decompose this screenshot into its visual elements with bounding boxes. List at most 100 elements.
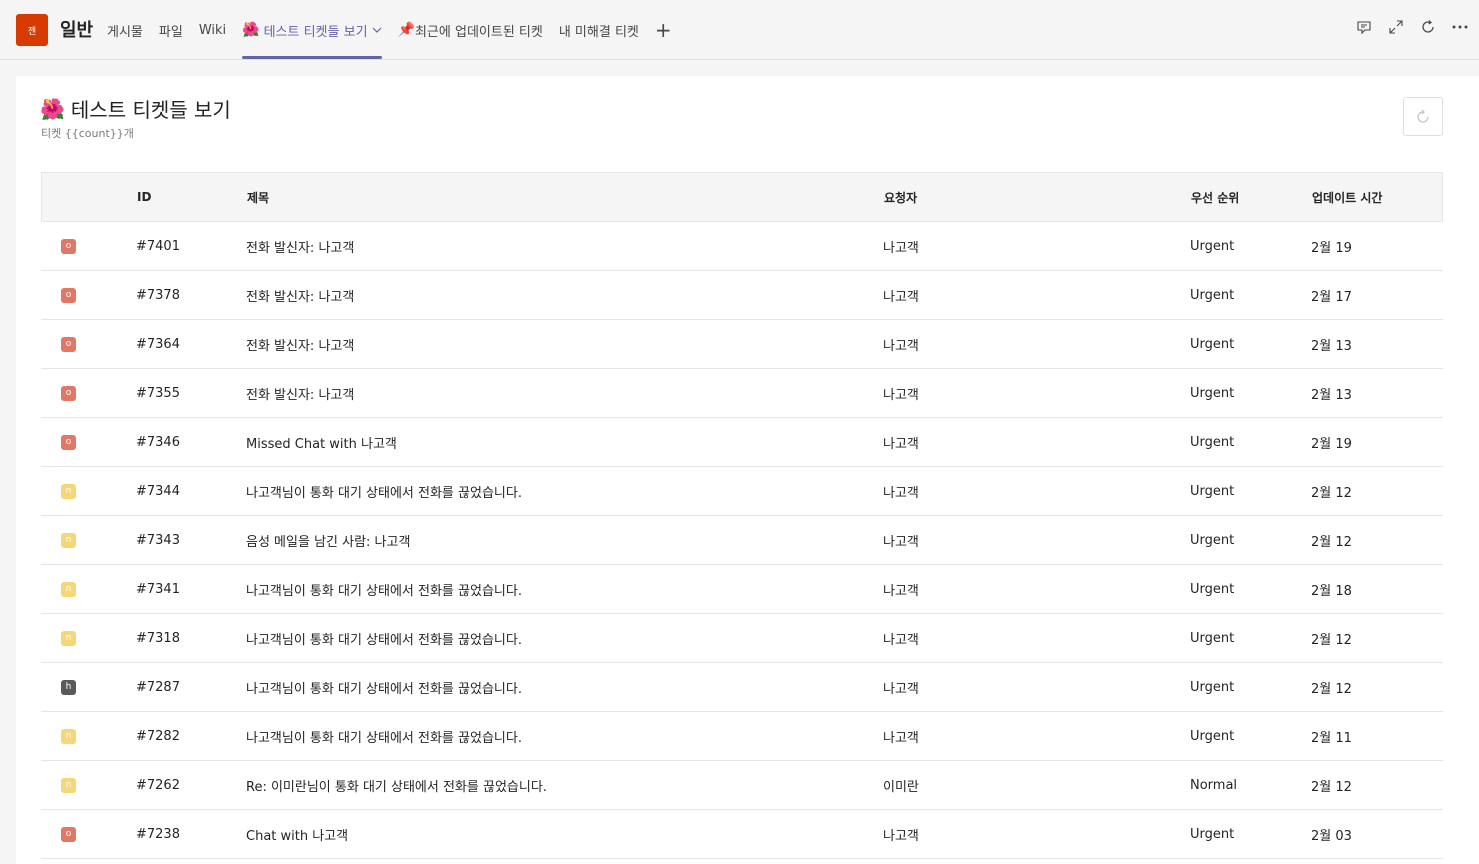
conversation-icon[interactable] [1355,18,1373,36]
table-row[interactable]: o #7378 전화 발신자: 나고객 나고객 Urgent 2월 17 [41,271,1443,320]
tab-label: Wiki [198,22,227,38]
ticket-priority: Urgent [1190,483,1235,499]
table-row[interactable]: o #7364 전화 발신자: 나고객 나고객 Urgent 2월 13 [41,320,1443,369]
ticket-id: #7364 [136,336,180,352]
ticket-priority: Normal [1190,777,1238,793]
ticket-updated: 2월 12 [1311,681,1352,697]
tab-wiki[interactable]: Wiki [199,0,226,60]
table-header: ID 제목 요청자 우선 순위 업데이트 시간 [41,172,1443,222]
table-row[interactable]: n #7344 나고객님이 통화 대기 상태에서 전화를 끊었습니다. 나고객 Urge… [41,467,1443,516]
table-row[interactable]: n #7318 나고객님이 통화 대기 상태에서 전화를 끊었습니다. 나고객 Urge… [41,614,1443,663]
ticket-requester: 이미란 [883,779,919,795]
ticket-updated: 2월 03 [1311,828,1352,844]
ticket-requester: 나고객 [883,289,919,305]
ticket-id: #7343 [136,532,180,548]
ticket-updated: 2월 12 [1311,632,1352,648]
header-requester[interactable]: 요청자 [884,173,917,221]
table-row[interactable]: o #7346 Missed Chat with 나고객 나고객 Urgent 2월 19 [41,418,1443,467]
table-row[interactable]: n #7341 나고객님이 통화 대기 상태에서 전화를 끊었습니다. 나고객 Urge… [41,565,1443,614]
ticket-id: #7282 [136,728,180,744]
add-tab-button[interactable]: + [655,20,672,40]
chevron-down-icon[interactable] [372,25,382,35]
table-row[interactable]: o #7355 전화 발신자: 나고객 나고객 Urgent 2월 13 [41,369,1443,418]
status-badge: o [61,287,76,303]
table-row[interactable]: n #7262 Re: 이미란님이 통화 대기 상태에서 전화를 끊었습니다. 이미란… [41,761,1443,810]
status-badge: n [61,483,76,499]
status-cell: o [61,810,76,858]
status-badge: n [61,630,76,646]
ticket-id: #7287 [136,679,180,695]
ticket-priority: Urgent [1190,581,1235,597]
ticket-title: 나고객님이 통화 대기 상태에서 전화를 끊었습니다. [246,730,522,746]
ticket-updated: 2월 19 [1311,436,1352,452]
ticket-priority: Urgent [1190,728,1235,744]
table-row[interactable]: o #7238 Chat with 나고객 나고객 Urgent 2월 03 [41,810,1443,859]
table-row[interactable]: h #7287 나고객님이 통화 대기 상태에서 전화를 끊었습니다. 나고객 Urge… [41,663,1443,712]
ticket-requester: 나고객 [883,632,919,648]
table-row[interactable]: n #7282 나고객님이 통화 대기 상태에서 전화를 끊었습니다. 나고객 Urge… [41,712,1443,761]
status-cell: o [61,369,76,417]
table-row[interactable]: o #7401 전화 발신자: 나고객 나고객 Urgent 2월 19 [41,222,1443,271]
ticket-requester: 나고객 [883,583,919,599]
ticket-updated: 2월 18 [1311,583,1352,599]
status-cell: n [61,614,76,662]
tickets-table: ID 제목 요청자 우선 순위 업데이트 시간 o #7401 전화 발신자: 나고… [41,172,1443,859]
status-cell: o [61,320,76,368]
ticket-title: 나고객님이 통화 대기 상태에서 전화를 끊었습니다. [246,485,522,501]
header-title[interactable]: 제목 [247,173,269,221]
team-avatar[interactable]: 젠 [16,14,48,46]
ticket-title: 전화 발신자: 나고객 [246,338,355,354]
status-cell: n [61,712,76,760]
status-badge: o [61,434,76,450]
ticket-priority: Urgent [1190,679,1235,695]
status-cell: n [61,516,76,564]
tab-label: 게시물 [107,24,143,40]
header-priority[interactable]: 우선 순위 [1191,173,1239,221]
ticket-updated: 2월 11 [1311,730,1352,746]
ticket-id: #7238 [136,826,180,842]
status-cell: o [61,271,76,319]
ticket-priority: Urgent [1190,630,1235,646]
ticket-id: #7262 [136,777,180,793]
expand-icon[interactable] [1387,18,1405,36]
ticket-id: #7341 [136,581,180,597]
tab-label: 최근에 업데이트된 티켓 [414,24,543,40]
ticket-updated: 2월 17 [1311,289,1352,305]
status-cell: n [61,467,76,515]
ticket-requester: 나고객 [883,387,919,403]
ticket-title: 전화 발신자: 나고객 [246,387,355,403]
ticket-title: 나고객님이 통화 대기 상태에서 전화를 끊었습니다. [246,583,522,599]
top-bar: 젠 일반 게시물 파일 Wiki 🌺 테스트 티켓들 보기 📌 최근에 업데이트… [0,0,1479,60]
tab-bar: 게시물 파일 Wiki 🌺 테스트 티켓들 보기 📌 최근에 업데이트된 티켓 … [107,0,672,60]
ticket-updated: 2월 19 [1311,240,1352,256]
ticket-id: #7346 [136,434,180,450]
reload-icon[interactable] [1419,18,1437,36]
status-badge: n [61,581,76,597]
ticket-priority: Urgent [1190,532,1235,548]
ticket-requester: 나고객 [883,730,919,746]
tab-test-tickets[interactable]: 🌺 테스트 티켓들 보기 [242,0,382,60]
tab-recently-updated[interactable]: 📌 최근에 업데이트된 티켓 [398,0,543,60]
ticket-title: 전화 발신자: 나고객 [246,289,355,305]
status-badge: o [61,826,76,842]
ticket-title: Re: 이미란님이 통화 대기 상태에서 전화를 끊었습니다. [246,779,547,795]
table-body: o #7401 전화 발신자: 나고객 나고객 Urgent 2월 19 o #7378 전화 … [41,222,1443,859]
ticket-id: #7318 [136,630,180,646]
ticket-requester: 나고객 [883,534,919,550]
tab-files[interactable]: 파일 [159,0,183,60]
channel-name: 일반 [60,20,94,41]
ticket-title: 음성 메일을 남긴 사람: 나고객 [246,534,411,550]
tab-my-open-tickets[interactable]: 내 미해결 티켓 [559,0,639,60]
ticket-updated: 2월 12 [1311,779,1352,795]
tab-posts[interactable]: 게시물 [107,0,143,60]
ticket-title: Missed Chat with 나고객 [246,436,397,452]
status-badge: o [61,385,76,401]
status-cell: n [61,761,76,809]
hibiscus-emoji-icon: 🌺 [40,96,65,121]
page-title: 🌺 테스트 티켓들 보기 [40,94,231,123]
refresh-button[interactable] [1403,97,1443,136]
header-updated[interactable]: 업데이트 시간 [1312,173,1382,221]
header-id[interactable]: ID [137,173,151,221]
more-icon[interactable] [1451,18,1469,36]
table-row[interactable]: n #7343 음성 메일을 남긴 사람: 나고객 나고객 Urgent 2월 12 [41,516,1443,565]
